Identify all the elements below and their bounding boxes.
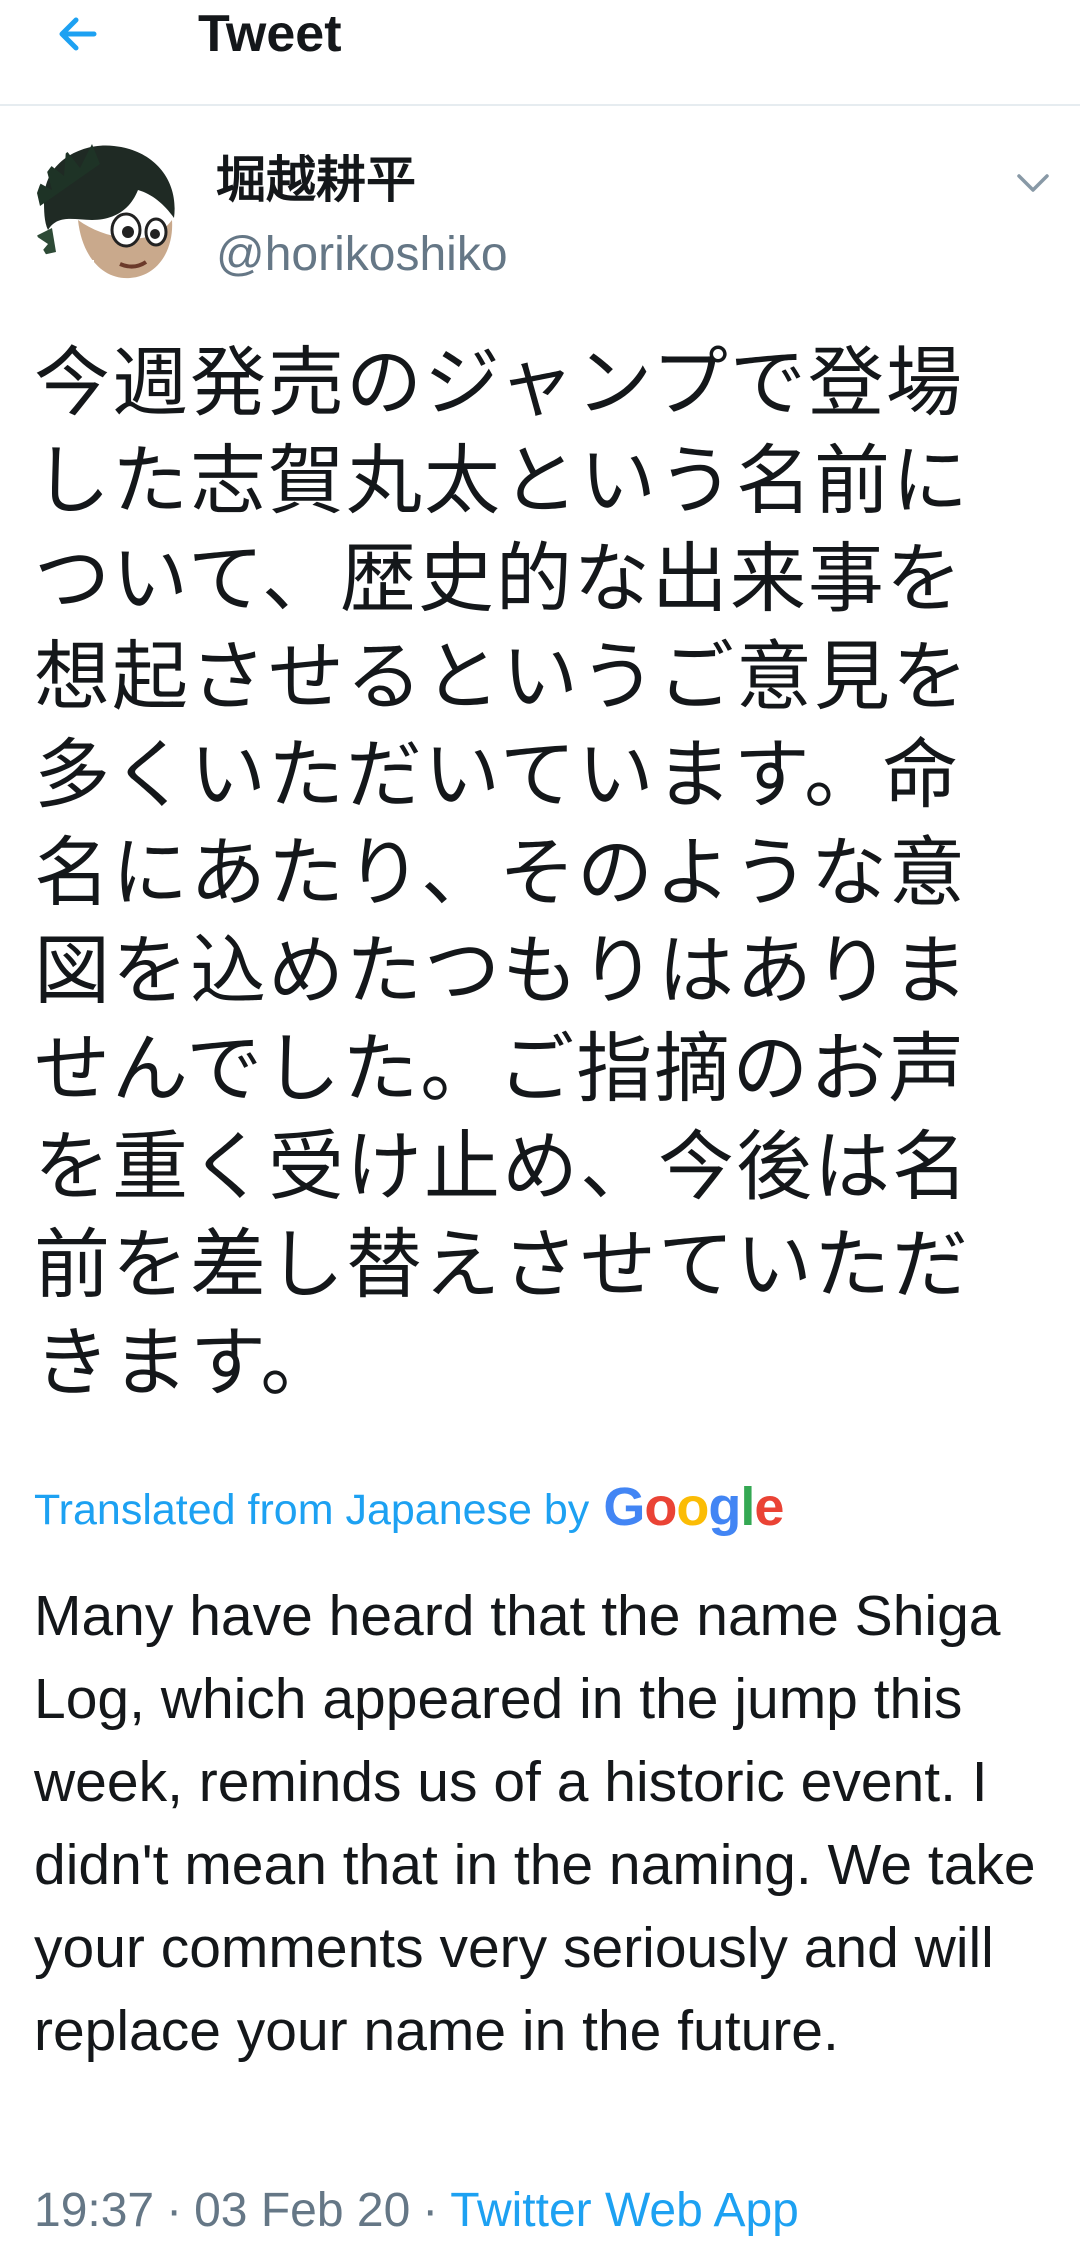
- translation-label: Translated from Japanese by: [34, 1485, 590, 1534]
- translation-attribution[interactable]: Translated from Japanese by Google: [34, 1477, 784, 1540]
- tweet-date: 03 Feb 20: [194, 2183, 411, 2237]
- author-display-name[interactable]: 堀越耕平: [216, 150, 416, 210]
- page-title: Tweet: [198, 5, 342, 63]
- tweet-menu-button[interactable]: [1010, 160, 1056, 206]
- google-logo: Google: [603, 1477, 784, 1537]
- chevron-down-icon: [1017, 174, 1049, 192]
- meta-separator: ·: [422, 2183, 439, 2237]
- back-button[interactable]: [42, 0, 112, 68]
- author-handle[interactable]: @horikoshiko: [216, 225, 508, 285]
- google-letter: e: [754, 1477, 784, 1537]
- google-letter: g: [708, 1477, 741, 1537]
- tweet-text: 今週発売のジャンプで登場した志賀丸太という名前について、歴史的な出来事を想起させ…: [34, 338, 970, 1407]
- tweet-time: 19:37: [34, 2183, 155, 2237]
- avatar[interactable]: [34, 140, 182, 288]
- arrow-left-icon: [59, 17, 97, 51]
- google-letter: G: [603, 1477, 645, 1537]
- translated-text: Many have heard that the name Shiga Log,…: [34, 1584, 1036, 2063]
- top-bar: Tweet: [0, 0, 1080, 106]
- google-letter: o: [676, 1477, 709, 1537]
- tweet-meta: 19:37 · 03 Feb 20 · Twitter Web App: [34, 2180, 799, 2240]
- google-letter: o: [644, 1477, 677, 1537]
- google-letter: l: [740, 1477, 755, 1537]
- tweet-source-link[interactable]: Twitter Web App: [450, 2183, 799, 2238]
- meta-separator: ·: [166, 2183, 183, 2237]
